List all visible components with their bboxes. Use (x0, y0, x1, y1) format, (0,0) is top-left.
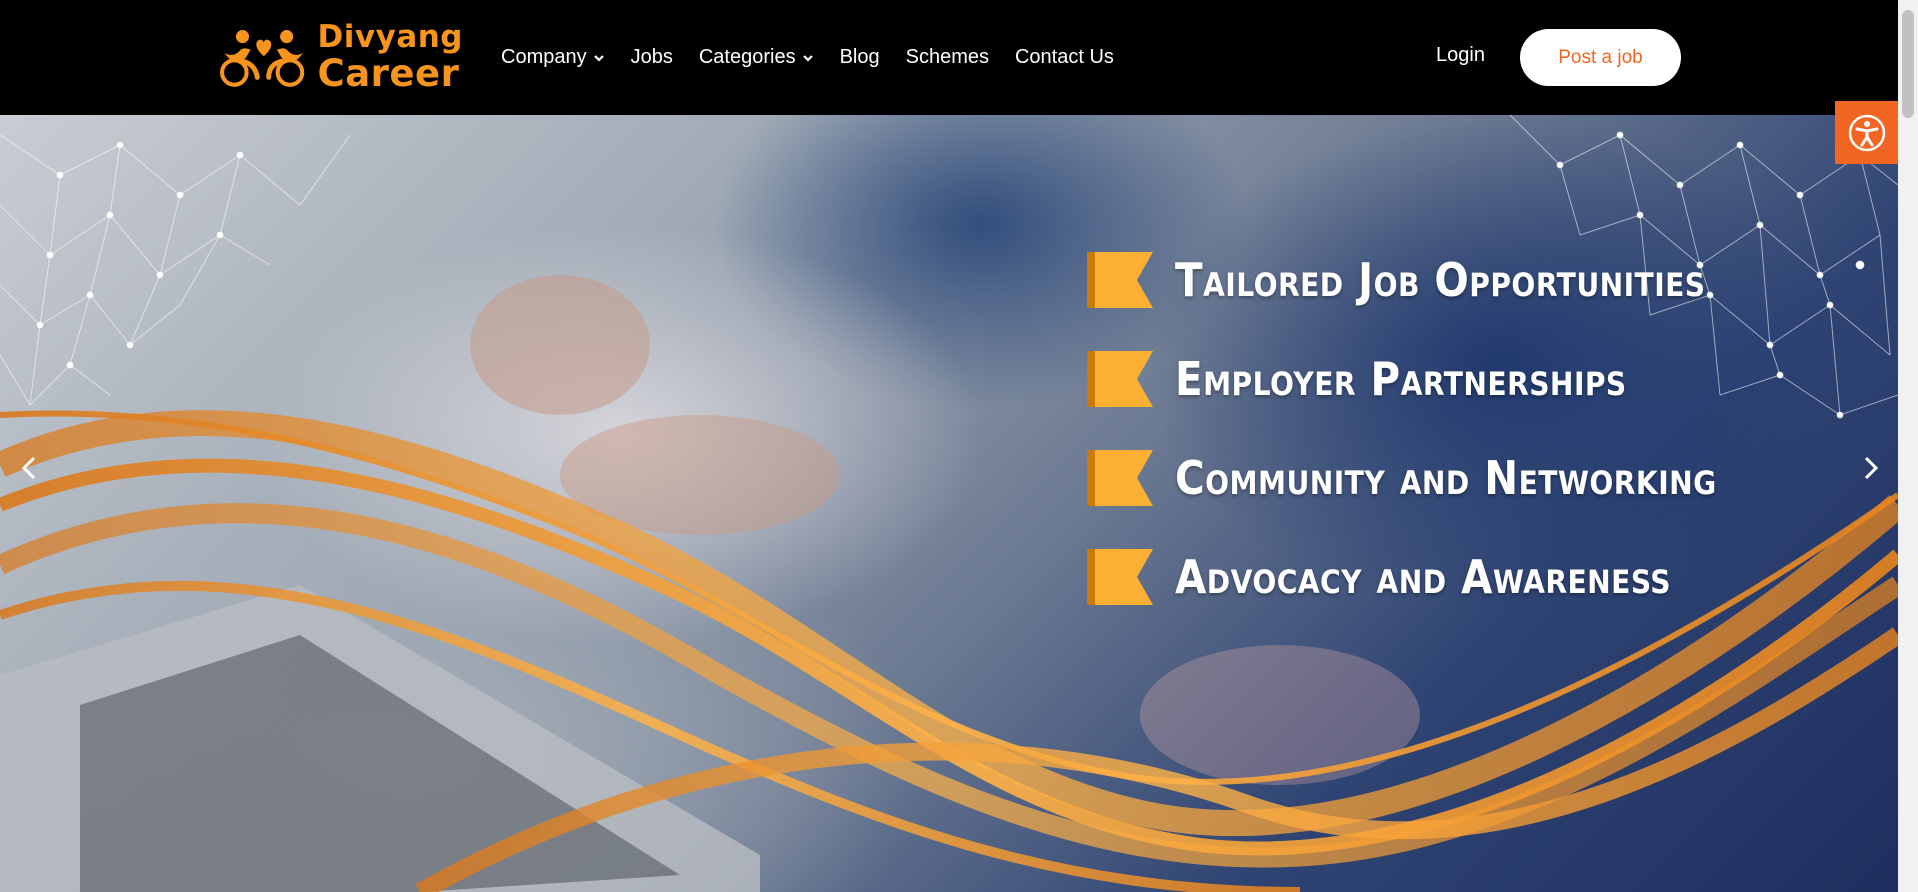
main-nav: Company Jobs Categories Blog Schemes Con… (501, 0, 1140, 115)
logo-line2: Career (317, 52, 460, 95)
people-heart-logo-icon (220, 30, 305, 87)
nav-item-label: Jobs (630, 46, 673, 68)
feature-item: Advocacy and Awareness (1087, 527, 1791, 626)
orange-flag-icon (1087, 449, 1153, 506)
nav-item-label: Company (501, 46, 587, 68)
feature-item: Employer Partnerships (1087, 329, 1791, 428)
chevron-left-icon (21, 456, 36, 480)
top-navbar: Divyang Career Company Jobs Categories B… (0, 0, 1898, 115)
chevron-down-icon (593, 52, 605, 64)
chevron-right-icon (1864, 456, 1879, 480)
orange-flag-icon (1087, 251, 1153, 308)
login-link[interactable]: Login (1436, 44, 1485, 67)
feature-text: Tailored Job Opportunities (1175, 252, 1706, 307)
logo-line1: Divyang (317, 19, 463, 55)
nav-item-blog[interactable]: Blog (840, 46, 880, 69)
hero-slider: Tailored Job Opportunities Employer Part… (0, 115, 1898, 892)
nav-item-company[interactable]: Company (501, 46, 605, 69)
orange-flag-icon (1087, 548, 1153, 605)
feature-text: Community and Networking (1175, 450, 1717, 505)
orange-flag-icon (1087, 350, 1153, 407)
nav-item-schemes[interactable]: Schemes (906, 46, 989, 69)
feature-item: Community and Networking (1087, 428, 1791, 527)
nav-item-label: Categories (698, 46, 796, 68)
nav-item-categories[interactable]: Categories (699, 46, 814, 69)
slider-next-button[interactable] (1856, 448, 1886, 488)
nav-item-label: Contact Us (1014, 46, 1114, 68)
chevron-down-icon (802, 52, 814, 64)
nav-item-label: Blog (839, 46, 880, 68)
scrollbar-thumb[interactable] (1902, 10, 1914, 118)
post-a-job-label: Post a job (1558, 46, 1643, 68)
site-logo[interactable]: Divyang Career (218, 18, 463, 96)
accessibility-icon (1848, 114, 1885, 151)
nav-item-label: Schemes (905, 46, 989, 68)
feature-text: Advocacy and Awareness (1175, 549, 1672, 604)
feature-item: Tailored Job Opportunities (1087, 230, 1791, 329)
logo-wordmark: Divyang Career (317, 19, 463, 95)
feature-text: Employer Partnerships (1175, 351, 1627, 406)
nav-item-jobs[interactable]: Jobs (631, 46, 673, 69)
accessibility-toggle-button[interactable] (1835, 101, 1898, 164)
slider-prev-button[interactable] (14, 448, 44, 488)
feature-list: Tailored Job Opportunities Employer Part… (1087, 230, 1791, 626)
nav-item-contact-us[interactable]: Contact Us (1015, 46, 1114, 69)
page-scrollbar[interactable] (1898, 0, 1918, 892)
network-mesh-left (0, 134, 351, 406)
post-a-job-button[interactable]: Post a job (1520, 29, 1681, 86)
